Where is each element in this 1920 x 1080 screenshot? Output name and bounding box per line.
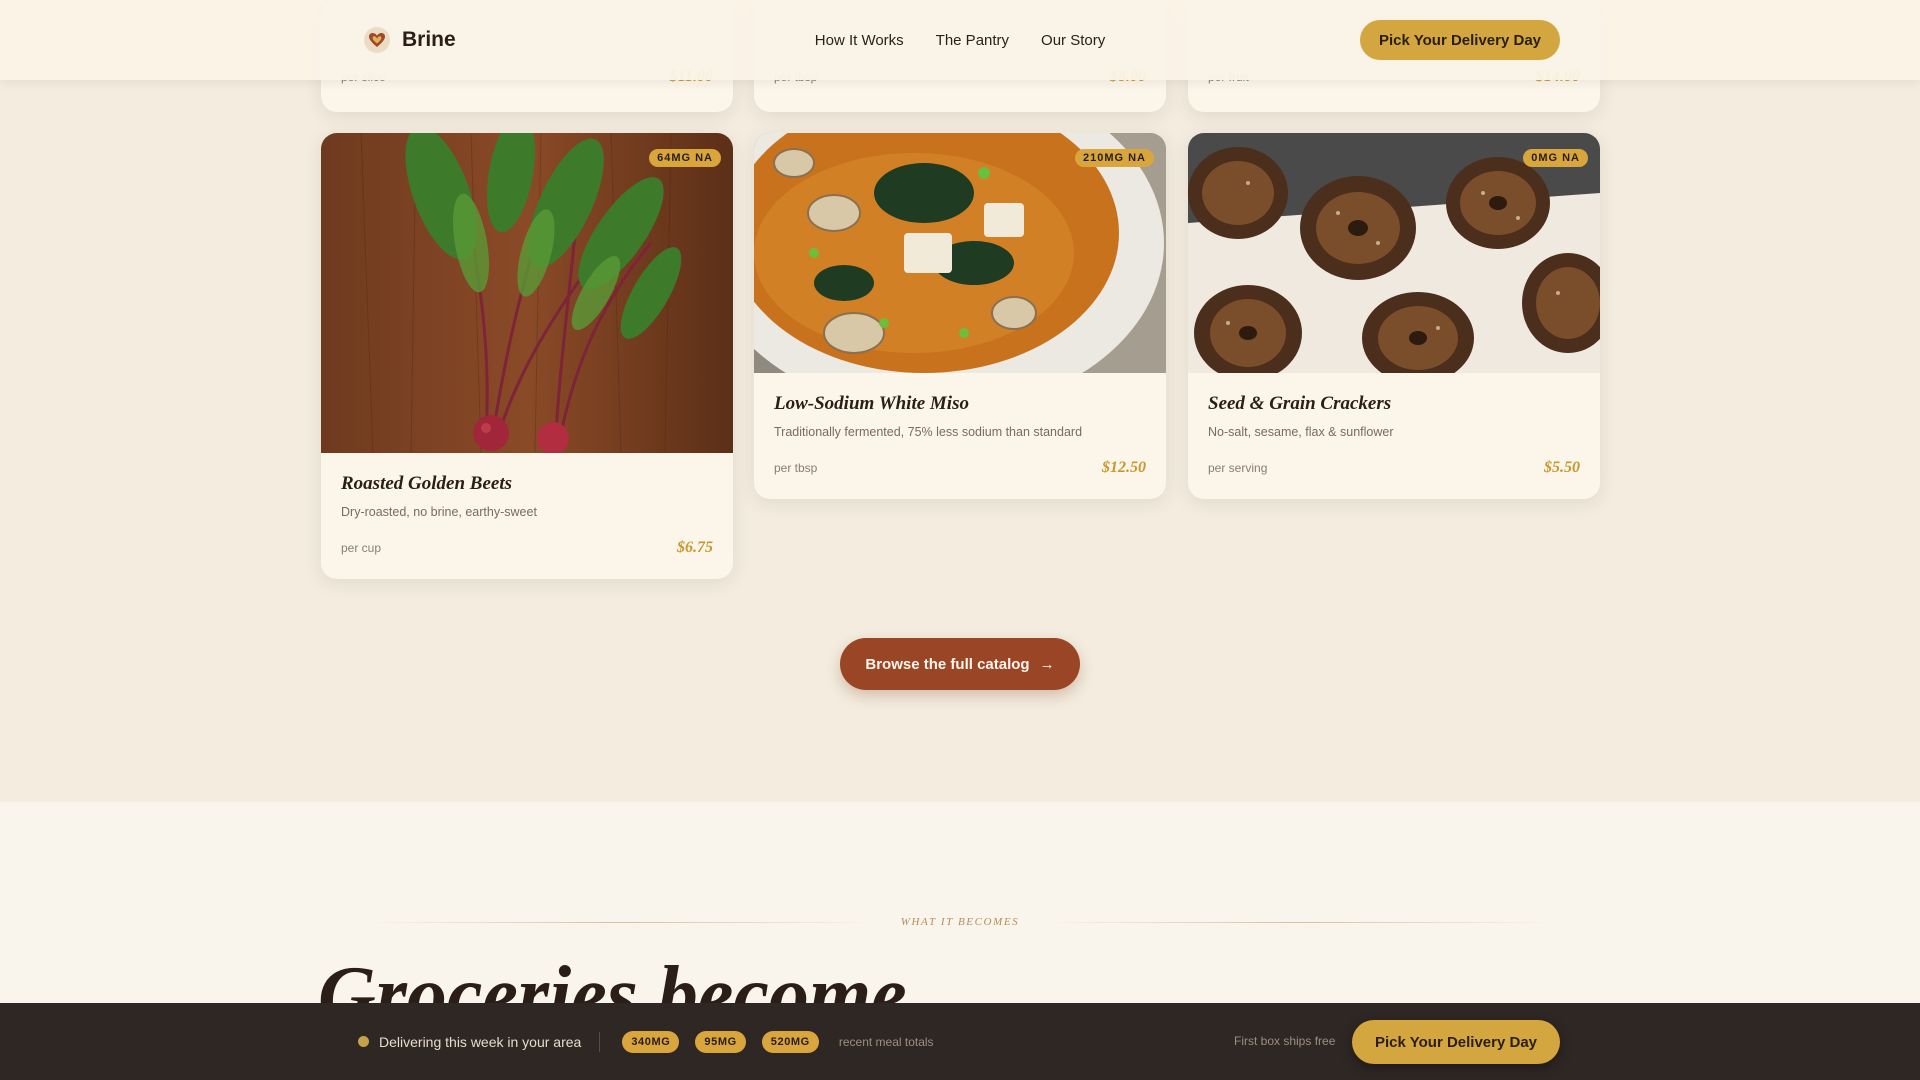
card-body: Roasted Golden Beets Dry-roasted, no bri… <box>321 453 733 579</box>
card-description: Dry-roasted, no brine, earthy-sweet <box>341 505 537 519</box>
top-nav: Brine How It Works The Pantry Our Story … <box>0 0 1920 80</box>
product-card-miso[interactable]: 210MG NA Low-Sodium White Miso Tradition… <box>754 133 1166 499</box>
divider-line <box>364 921 879 923</box>
card-price: $5.50 <box>1544 459 1580 476</box>
card-title: Seed & Grain Crackers <box>1208 393 1392 414</box>
divider-line <box>1041 921 1556 923</box>
meal-total-badge: 340MG <box>622 1030 680 1053</box>
brand-name: Brine <box>402 28 456 51</box>
delivery-status: Delivering this week in your area 340MG … <box>358 1003 934 1080</box>
divider <box>599 1031 601 1052</box>
heart-icon <box>364 27 390 53</box>
card-footer: per cup $6.75 <box>341 539 713 557</box>
crackers-photo: 0MG NA <box>1188 133 1600 373</box>
miso-soup-photo: 210MG NA <box>754 133 1166 373</box>
browse-catalog-button[interactable]: Browse the full catalog → <box>840 638 1080 690</box>
sodium-badge: 0MG NA <box>1523 149 1588 167</box>
pick-delivery-day-bar-button[interactable]: Pick Your Delivery Day <box>1352 1020 1560 1064</box>
free-shipping-note: First box ships free <box>1234 1034 1336 1048</box>
card-price: $12.50 <box>1102 459 1146 476</box>
sodium-badge: 210MG NA <box>1074 149 1154 167</box>
section-eyebrow: WHAT IT BECOMES <box>364 912 1556 932</box>
card-unit: per cup <box>341 541 382 555</box>
beets-photo: 64MG NA <box>321 133 733 453</box>
meal-total-badge: 520MG <box>761 1030 819 1053</box>
status-dot-icon <box>358 1036 369 1047</box>
card-description: No-salt, sesame, flax & sunflower <box>1208 425 1394 439</box>
nav-link-the-pantry[interactable]: The Pantry <box>936 32 1009 49</box>
delivery-text: Delivering this week in your area <box>379 1033 582 1050</box>
nav-links: How It Works The Pantry Our Story <box>0 0 1920 80</box>
pick-delivery-day-button[interactable]: Pick Your Delivery Day <box>1360 20 1560 60</box>
card-price: $6.75 <box>677 539 713 556</box>
brand-logo-link[interactable]: Brine <box>364 24 456 56</box>
product-card-crackers[interactable]: 0MG NA Seed & Grain Crackers No-salt, se… <box>1188 133 1600 499</box>
nav-link-our-story[interactable]: Our Story <box>1041 32 1105 49</box>
arrow-right-icon: → <box>1039 655 1055 673</box>
recent-meal-totals-label: recent meal totals <box>838 1034 934 1049</box>
card-title: Roasted Golden Beets <box>341 473 512 494</box>
card-footer: per tbsp $12.50 <box>774 459 1146 477</box>
card-body: Low-Sodium White Miso Traditionally ferm… <box>754 373 1166 499</box>
card-description: Traditionally fermented, 75% less sodium… <box>774 425 1083 439</box>
card-footer: per serving $5.50 <box>1208 459 1580 477</box>
sodium-badge: 64MG NA <box>649 149 721 167</box>
sticky-delivery-bar: Delivering this week in your area 340MG … <box>0 1003 1920 1080</box>
card-title: Low-Sodium White Miso <box>774 393 969 414</box>
card-unit: per tbsp <box>774 461 818 475</box>
card-unit: per serving <box>1208 461 1268 475</box>
eyebrow-label: WHAT IT BECOMES <box>900 916 1020 928</box>
product-card-beets[interactable]: 64MG NA Roasted Golden Beets Dry-roasted… <box>321 133 733 579</box>
browse-catalog-label: Browse the full catalog <box>865 655 1030 673</box>
meal-total-badge: 95MG <box>695 1030 746 1053</box>
card-body: Seed & Grain Crackers No-salt, sesame, f… <box>1188 373 1600 499</box>
nav-link-how-it-works[interactable]: How It Works <box>815 32 904 49</box>
